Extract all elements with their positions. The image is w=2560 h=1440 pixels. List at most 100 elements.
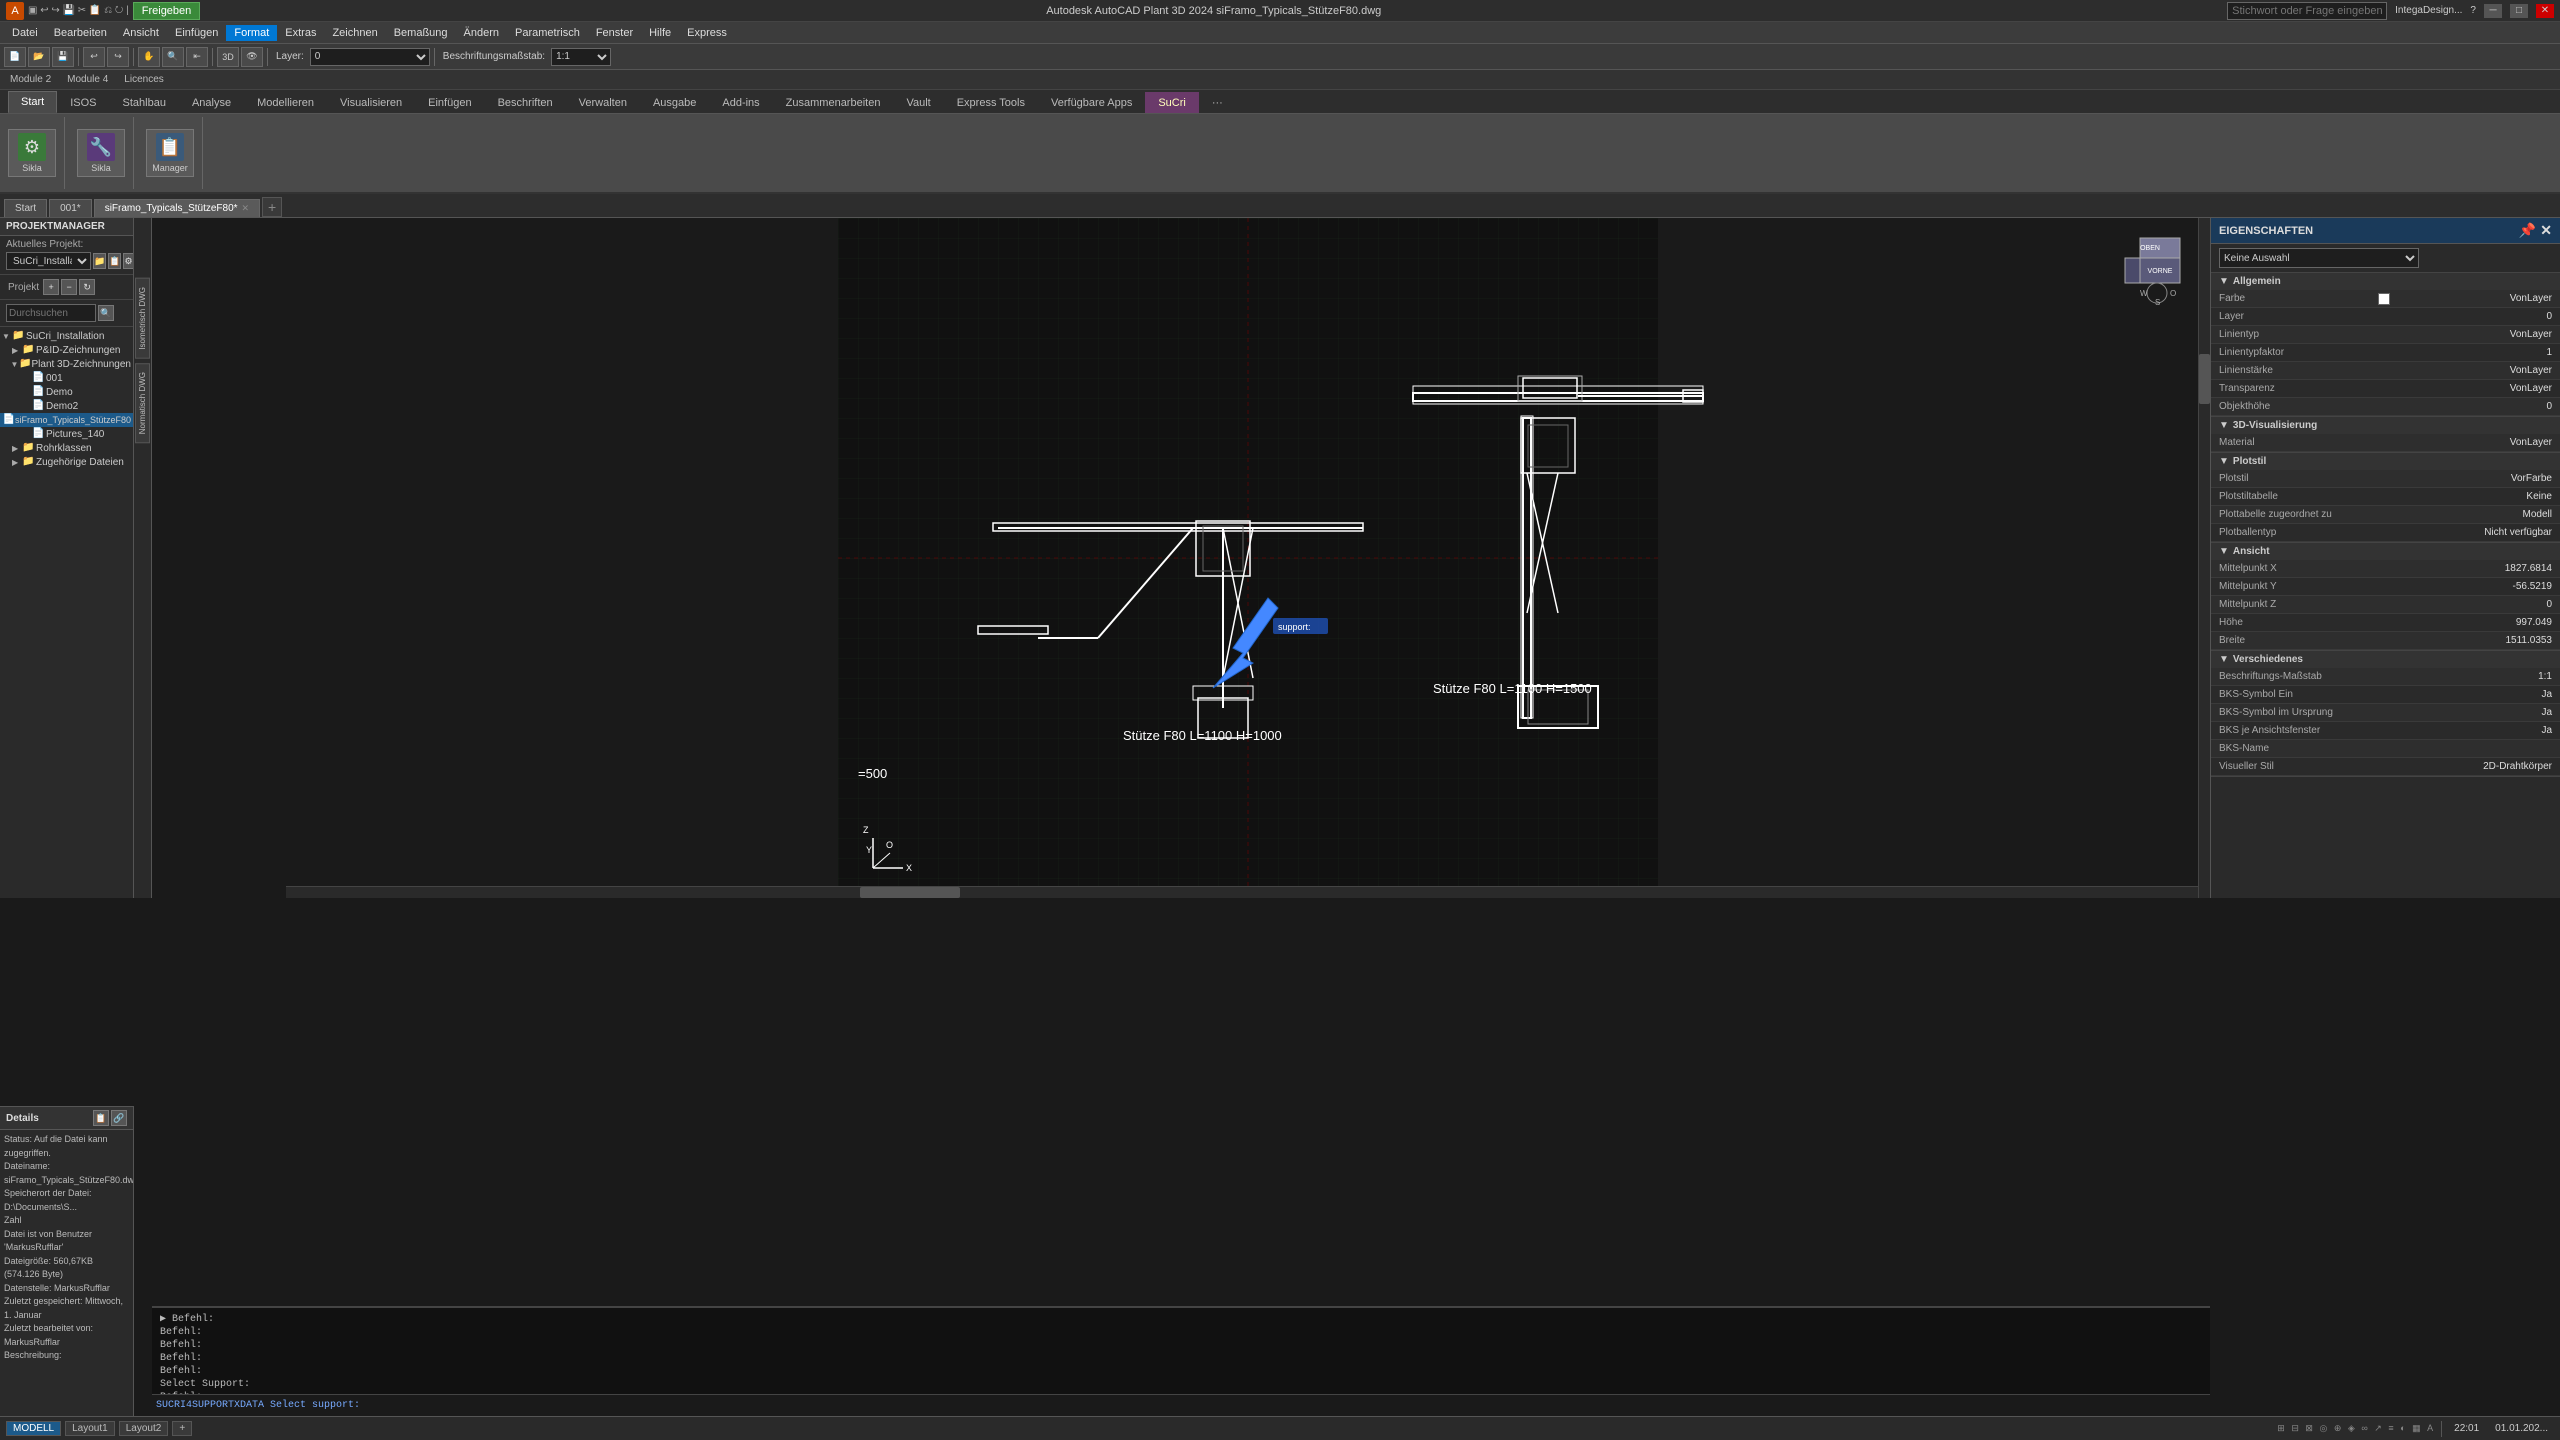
props-section-3d-header[interactable]: ▼ 3D-Visualisierung [2211, 417, 2560, 434]
menu-ansicht[interactable]: Ansicht [115, 25, 167, 41]
pm-copy-btn[interactable]: 📋 [108, 253, 121, 269]
vscroll-track[interactable] [2198, 218, 2210, 898]
menu-fenster[interactable]: Fenster [588, 25, 641, 41]
status-icon-otrack[interactable]: ∞ [2361, 1423, 2367, 1433]
draw-tab-001[interactable]: 001* [49, 199, 92, 217]
tree-item-rohrklassen[interactable]: ▶ 📁 Rohrklassen [0, 441, 133, 455]
rtab-visualisieren[interactable]: Visualisieren [327, 92, 415, 113]
pm-settings-btn[interactable]: ⚙ [123, 253, 133, 269]
tree-item-zugehoerig[interactable]: ▶ 📁 Zugehörige Dateien [0, 455, 133, 469]
close-btn[interactable]: ✕ [2536, 4, 2554, 18]
tb-pan[interactable]: ✋ [138, 47, 160, 67]
tree-item-001[interactable]: 📄 001 [0, 371, 133, 385]
props-section-plotstil-header[interactable]: ▼ Plotstil [2211, 453, 2560, 470]
tb-redo[interactable]: ↪ [107, 47, 129, 67]
menu-hilfe[interactable]: Hilfe [641, 25, 679, 41]
menu-bearbeiten[interactable]: Bearbeiten [46, 25, 115, 41]
tb-3d[interactable]: 3D [217, 47, 239, 67]
menu-einfuegen[interactable]: Einfügen [167, 25, 226, 41]
help-icon[interactable]: ? [2470, 5, 2476, 16]
minimize-btn[interactable]: ─ [2484, 4, 2502, 18]
rtab-analyse[interactable]: Analyse [179, 92, 244, 113]
rtab-einfuegen[interactable]: Einfügen [415, 92, 484, 113]
menu-datei[interactable]: Datei [4, 25, 46, 41]
freigeben-btn[interactable]: Freigeben [133, 2, 201, 20]
command-input-field[interactable] [360, 1400, 2206, 1412]
rtab-zusammenarbeiten[interactable]: Zusammenarbeiten [773, 92, 894, 113]
draw-tab-start[interactable]: Start [4, 199, 47, 217]
status-add-layout-btn[interactable]: + [172, 1421, 192, 1436]
tree-item-plant[interactable]: ▼ 📁 Plant 3D-Zeichnungen [0, 357, 133, 371]
status-icon-polar[interactable]: ◎ [2319, 1423, 2327, 1433]
pm-folder-btn[interactable]: 📁 [93, 253, 106, 269]
pm-search-input[interactable] [6, 304, 96, 322]
props-selection-select[interactable]: Keine Auswahl [2219, 248, 2419, 268]
hscroll-track[interactable] [286, 886, 2198, 898]
ribbon-btn-sikla[interactable]: ⚙ Sikla [8, 129, 56, 177]
status-icon-selection[interactable]: ▦ [2412, 1423, 2421, 1433]
rtab-verwalten[interactable]: Verwalten [566, 92, 640, 113]
tb-zoom-prev[interactable]: ⇤ [186, 47, 208, 67]
props-section-allgemein-header[interactable]: ▼ Allgemein [2211, 273, 2560, 290]
menu-extras[interactable]: Extras [277, 25, 324, 41]
rtab-more[interactable]: ··· [1199, 92, 1236, 113]
ribbon-btn-manager[interactable]: 📋 Manager [146, 129, 194, 177]
status-icon-lineweight[interactable]: ≡ [2388, 1423, 2393, 1433]
tb-save[interactable]: 💾 [52, 47, 74, 67]
props-close-btn[interactable]: ✕ [2540, 222, 2552, 239]
tab-close-btn[interactable]: ✕ [242, 203, 250, 214]
rtab-addins[interactable]: Add-ins [709, 92, 772, 113]
pm-expand-btn[interactable]: + [43, 279, 59, 295]
rtab-beschriften[interactable]: Beschriften [485, 92, 566, 113]
menu-bemasssung[interactable]: Bemaßung [386, 25, 456, 41]
global-search[interactable] [2227, 2, 2387, 20]
rtab-ausgabe[interactable]: Ausgabe [640, 92, 709, 113]
props-pin-btn[interactable]: 📌 [2519, 222, 2536, 239]
maximize-btn[interactable]: □ [2510, 4, 2528, 18]
status-icon-transparency[interactable]: ◐ [2400, 1423, 2405, 1433]
props-section-ansicht-header[interactable]: ▼ Ansicht [2211, 543, 2560, 560]
rtab-express[interactable]: Express Tools [944, 92, 1038, 113]
tb-open[interactable]: 📂 [28, 47, 50, 67]
module4[interactable]: Module 4 [63, 73, 112, 86]
rtab-start[interactable]: Start [8, 91, 57, 113]
vert-tab-normatisch[interactable]: Normatisch DWG [135, 363, 150, 443]
pm-refresh-btn[interactable]: ↻ [79, 279, 95, 295]
draw-tab-main[interactable]: siFramo_Typicals_StützeF80* ✕ [94, 199, 260, 217]
hscroll-thumb[interactable] [860, 887, 960, 898]
pm-collapse-btn[interactable]: − [61, 279, 77, 295]
menu-zeichnen[interactable]: Zeichnen [324, 25, 385, 41]
module2[interactable]: Module 2 [6, 73, 55, 86]
rtab-modellieren[interactable]: Modellieren [244, 92, 327, 113]
status-model-btn[interactable]: MODELL [6, 1421, 61, 1436]
tab-add-btn[interactable]: + [262, 197, 282, 217]
rtab-isos[interactable]: ISOS [57, 92, 109, 113]
rtab-sucri[interactable]: SuCri [1145, 92, 1199, 113]
menu-format[interactable]: Format [226, 25, 277, 41]
tree-item-pid[interactable]: ▶ 📁 P&ID-Zeichnungen [0, 343, 133, 357]
tb-scale-select[interactable]: 1:1 [551, 48, 611, 66]
tb-layer-select[interactable]: 0 [310, 48, 430, 66]
tb-undo[interactable]: ↩ [83, 47, 105, 67]
cad-canvas[interactable]: support: Stütze F80 [286, 218, 2210, 898]
status-icon-grid[interactable]: ⊞ [2277, 1423, 2285, 1433]
status-icon-snap[interactable]: ⊟ [2291, 1423, 2299, 1433]
tb-zoom[interactable]: 🔍 [162, 47, 184, 67]
ribbon-btn-sikla2[interactable]: 🔧 Sikla [77, 129, 125, 177]
tb-new[interactable]: 📄 [4, 47, 26, 67]
status-layout2-btn[interactable]: Layout2 [119, 1421, 169, 1436]
status-icon-dynin[interactable]: ↗ [2374, 1423, 2382, 1433]
tree-item-demo[interactable]: 📄 Demo [0, 385, 133, 399]
menu-express[interactable]: Express [679, 25, 735, 41]
vert-tab-isometrisch[interactable]: Isometrisch DWG [135, 278, 150, 359]
status-icon-annotation[interactable]: A [2427, 1423, 2433, 1433]
licences[interactable]: Licences [120, 73, 167, 86]
details-btn2[interactable]: 🔗 [111, 1110, 127, 1126]
vscroll-thumb[interactable] [2199, 354, 2210, 404]
tree-item-demo2[interactable]: 📄 Demo2 [0, 399, 133, 413]
rtab-stahlbau[interactable]: Stahlbau [110, 92, 179, 113]
status-layout1-btn[interactable]: Layout1 [65, 1421, 115, 1436]
status-icon-osnap[interactable]: ⊕ [2334, 1423, 2342, 1433]
pm-project-select[interactable]: SuCri_Installation [6, 252, 91, 270]
menu-aendern[interactable]: Ändern [456, 25, 507, 41]
